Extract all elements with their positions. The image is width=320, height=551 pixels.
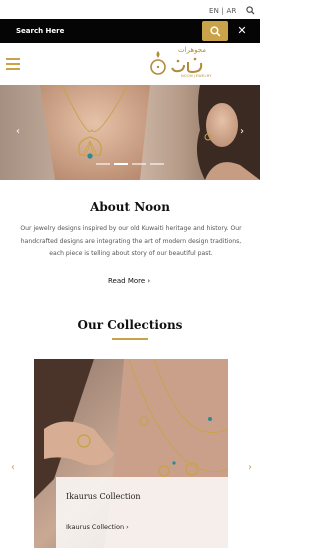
collection-card[interactable]	[34, 359, 228, 548]
slider-dot[interactable]	[132, 163, 146, 165]
read-more-link[interactable]: Read More ›	[108, 277, 150, 285]
collection-prev-arrow[interactable]: ‹	[8, 462, 18, 474]
collection-name: Ikaurus Collection	[66, 492, 141, 501]
hero-prev-arrow[interactable]: ‹	[12, 125, 24, 139]
search-icon[interactable]	[246, 6, 255, 15]
slider-dot[interactable]	[150, 163, 164, 165]
search-bar: ✕	[0, 19, 260, 43]
logo-arabic-text: مجوهرات	[178, 46, 206, 54]
about-description: Our jewelry designs inspired by our old …	[20, 225, 242, 257]
hero-next-arrow[interactable]: ›	[236, 125, 248, 139]
about-title: About Noon	[90, 200, 170, 214]
collections-title: Our Collections	[77, 318, 183, 332]
search-input[interactable]	[0, 19, 198, 43]
search-icon	[209, 25, 220, 36]
collection-link[interactable]: Ikaurus Collection ›	[66, 523, 129, 531]
hero-slider[interactable]: ‹ ›	[0, 85, 260, 180]
hamburger-icon[interactable]	[6, 58, 20, 70]
slider-dot-active[interactable]	[114, 163, 128, 165]
hero-image	[0, 85, 260, 180]
slider-dots	[96, 163, 164, 165]
collection-caption-box	[56, 477, 228, 548]
search-button[interactable]	[202, 21, 228, 41]
close-search-button[interactable]: ✕	[234, 23, 250, 39]
site-header: مجوهرات NOON JEWELRY	[0, 43, 260, 85]
slider-dot[interactable]	[96, 163, 110, 165]
title-underline	[112, 338, 148, 340]
collection-next-arrow[interactable]: ›	[245, 462, 255, 474]
logo-subtitle: NOON JEWELRY	[181, 74, 212, 78]
top-utility-bar: EN | AR	[0, 0, 260, 19]
language-switcher[interactable]: EN | AR	[209, 7, 237, 15]
